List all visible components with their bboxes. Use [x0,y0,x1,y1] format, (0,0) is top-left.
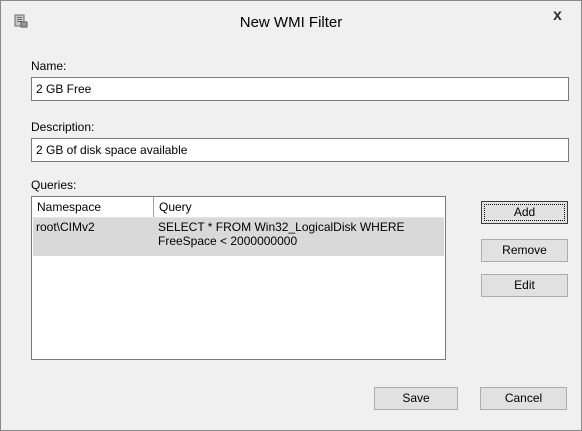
title-bar[interactable]: New WMI Filter x [1,1,581,43]
name-label: Name: [31,59,67,73]
window-title: New WMI Filter [239,14,343,31]
save-button-label: Save [402,391,430,405]
edit-button[interactable]: Edit [481,274,568,297]
column-header-namespace[interactable]: Namespace [32,197,154,217]
close-button[interactable]: x [535,2,580,32]
close-icon: x [553,7,562,24]
add-button[interactable]: Add [481,201,568,224]
table-row[interactable]: root\CIMv2 SELECT * FROM Win32_LogicalDi… [33,218,444,256]
name-field[interactable] [31,77,569,101]
queries-label: Queries: [31,178,77,192]
save-button[interactable]: Save [374,387,458,410]
queries-list-header: Namespace Query [32,197,445,218]
queries-list[interactable]: Namespace Query root\CIMv2 SELECT * FROM… [31,196,446,360]
remove-button-label: Remove [502,243,547,257]
query-cell: SELECT * FROM Win32_LogicalDisk WHERE Fr… [158,220,405,248]
remove-button[interactable]: Remove [481,239,568,262]
edit-button-label: Edit [514,278,535,292]
cancel-button[interactable]: Cancel [480,387,567,410]
column-header-query[interactable]: Query [154,197,445,217]
new-wmi-filter-dialog: New WMI Filter x Name: Description: Quer… [0,0,582,431]
cancel-button-label: Cancel [504,391,543,405]
description-label: Description: [31,120,95,134]
description-field[interactable] [31,138,569,162]
add-button-label: Add [513,205,536,219]
namespace-cell: root\CIMv2 [36,220,95,234]
